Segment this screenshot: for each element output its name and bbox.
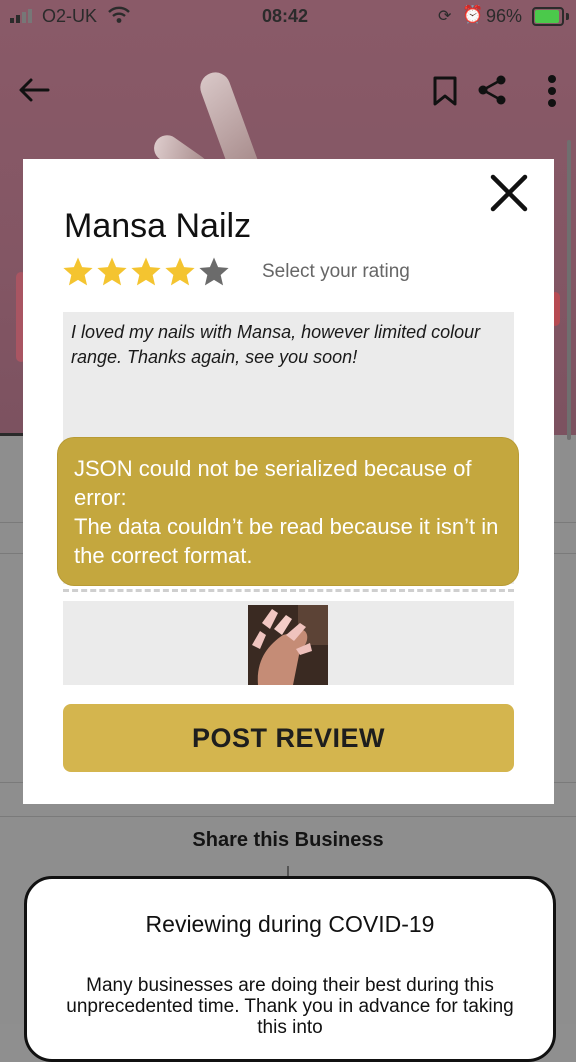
add-photo-divider [63, 589, 514, 592]
error-line-2: The data couldn’t be read because it isn… [74, 514, 499, 568]
star-icon[interactable] [95, 255, 129, 289]
share-business-link[interactable]: Share this Business [0, 829, 576, 852]
star-icon[interactable] [197, 255, 231, 289]
bookmark-icon[interactable] [432, 76, 458, 106]
business-name: Mansa Nailz [64, 207, 252, 245]
covid-notice-sheet: Reviewing during COVID-19 Many businesse… [24, 876, 556, 1062]
battery-percentage: 96% [486, 6, 523, 26]
status-time: 08:42 [262, 6, 309, 26]
more-vertical-icon[interactable] [544, 74, 560, 108]
cell-signal-icon [10, 9, 32, 23]
covid-body: Many businesses are doing their best dur… [66, 975, 514, 1038]
alarm-icon: ⏰ [462, 5, 484, 24]
photo-thumbnail[interactable] [248, 605, 328, 685]
error-message: JSON could not be serialized because of … [74, 454, 504, 570]
rating-hint: Select your rating [262, 261, 410, 282]
arrow-left-icon[interactable] [18, 76, 50, 104]
star-rating[interactable] [61, 255, 231, 289]
carrier-name: O2-UK [42, 6, 98, 26]
divider [0, 816, 576, 817]
error-line-1: JSON could not be serialized because of … [74, 456, 472, 510]
star-icon[interactable] [129, 255, 163, 289]
share-icon[interactable] [476, 74, 508, 106]
rotation-lock-icon: ⟳ [438, 8, 452, 25]
photo-attachments[interactable] [63, 601, 514, 685]
star-icon[interactable] [61, 255, 95, 289]
battery-icon [532, 7, 569, 26]
post-review-button[interactable]: POST REVIEW [63, 704, 514, 772]
review-text: I loved my nails with Mansa, however lim… [71, 322, 481, 367]
covid-title: Reviewing during COVID-19 [145, 911, 435, 937]
scrollbar[interactable] [567, 140, 571, 440]
star-icon[interactable] [163, 255, 197, 289]
status-bar: O2-UK 08:42 ⟳ ⏰ 96% [0, 0, 576, 32]
error-toast: JSON could not be serialized because of … [58, 438, 518, 585]
wifi-icon [108, 6, 130, 29]
close-icon[interactable] [489, 173, 529, 213]
